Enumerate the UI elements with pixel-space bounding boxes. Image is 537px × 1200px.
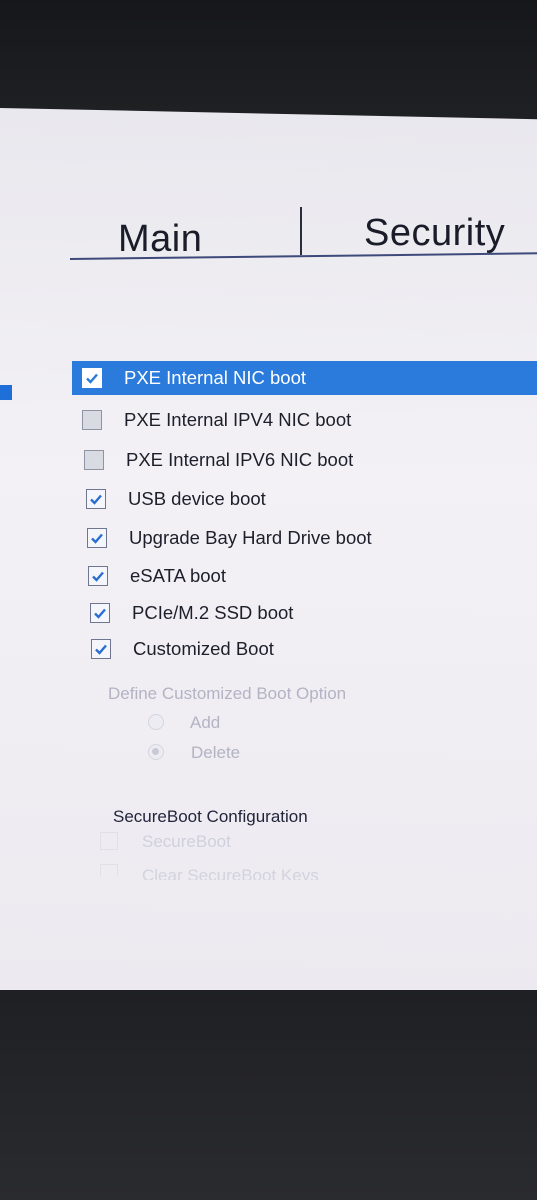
tab-divider — [300, 207, 302, 255]
boot-option-usb[interactable]: USB device boot — [86, 482, 266, 516]
scroll-indicator — [0, 385, 12, 400]
clear-keys-label: Clear SecureBoot Keys — [142, 866, 319, 880]
boot-option-label: Customized Boot — [133, 638, 274, 659]
boot-option-label: PXE Internal IPV4 NIC boot — [124, 409, 352, 430]
boot-option-label: PXE Internal NIC boot — [124, 367, 307, 388]
boot-option-pxe-ipv6[interactable]: PXE Internal IPV6 NIC boot — [84, 443, 353, 477]
radio-delete[interactable] — [148, 744, 164, 760]
boot-option-label: eSATA boot — [130, 565, 226, 586]
monitor-bezel-bottom — [0, 990, 537, 1200]
clear-keys-checkbox[interactable] — [100, 864, 118, 876]
radio-add[interactable] — [148, 714, 164, 730]
boot-option-customized[interactable]: Customized Boot — [91, 632, 274, 666]
checkbox-unchecked-icon[interactable] — [82, 410, 102, 430]
boot-option-label: PXE Internal IPV6 NIC boot — [126, 449, 354, 470]
boot-option-label: USB device boot — [128, 488, 266, 509]
radio-delete-label: Delete — [191, 743, 241, 762]
boot-option-esata[interactable]: eSATA boot — [88, 559, 226, 593]
boot-option-pxe-ipv4[interactable]: PXE Internal IPV4 NIC boot — [82, 403, 351, 437]
tab-main[interactable]: Main — [118, 218, 202, 261]
checkbox-checked-icon[interactable] — [86, 489, 106, 509]
secureboot-checkbox[interactable] — [100, 832, 118, 850]
checkbox-checked-icon[interactable] — [91, 639, 111, 659]
radio-add-label: Add — [190, 713, 221, 732]
monitor-bezel-top — [0, 0, 537, 125]
secureboot-label: SecureBoot — [142, 832, 231, 851]
secureboot-section-title: SecureBoot Configuration — [113, 807, 308, 826]
boot-option-pxe-nic[interactable]: PXE Internal NIC boot — [72, 361, 537, 395]
custom-boot-title: Define Customized Boot Option — [108, 684, 347, 703]
checkbox-checked-icon[interactable] — [88, 566, 108, 586]
checkbox-unchecked-icon[interactable] — [84, 450, 104, 470]
boot-option-label: PCIe/M.2 SSD boot — [132, 602, 294, 623]
boot-option-label: Upgrade Bay Hard Drive boot — [129, 527, 372, 548]
boot-option-upgrade-bay[interactable]: Upgrade Bay Hard Drive boot — [87, 521, 372, 555]
checkbox-checked-icon[interactable] — [87, 528, 107, 548]
tab-security[interactable]: Security — [364, 212, 505, 255]
checkbox-checked-icon[interactable] — [82, 368, 102, 388]
boot-option-pcie-ssd[interactable]: PCIe/M.2 SSD boot — [90, 596, 293, 630]
checkbox-checked-icon[interactable] — [90, 603, 110, 623]
